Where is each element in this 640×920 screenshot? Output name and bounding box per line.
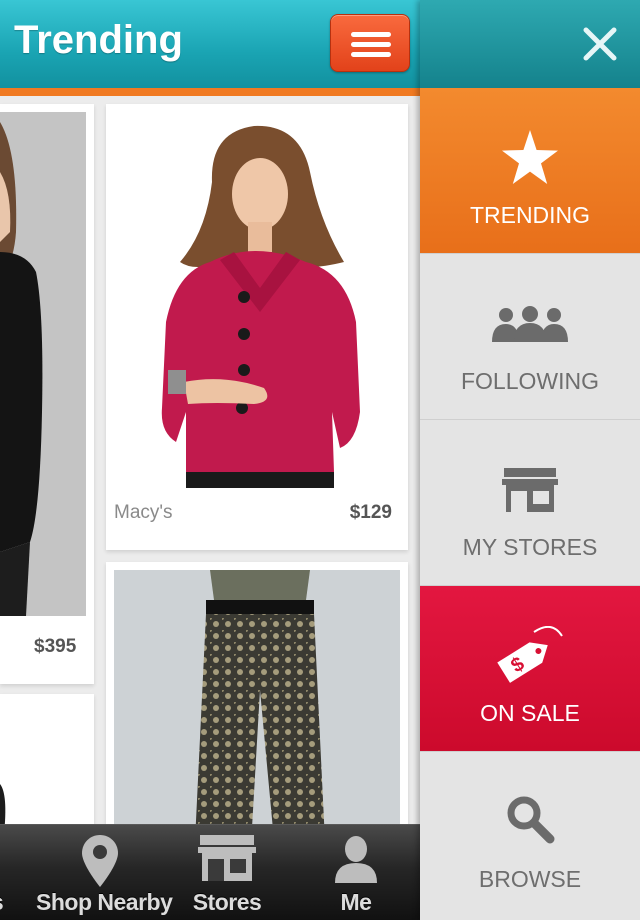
map-pin-icon — [82, 835, 118, 892]
product-store: Macy's — [114, 502, 173, 523]
star-icon — [502, 130, 558, 189]
product-card[interactable] — [0, 694, 94, 834]
tab-label: Stores — [192, 889, 262, 915]
pink-jacket-photo — [114, 112, 400, 488]
tab-partial[interactable]: s — [0, 825, 14, 920]
bottom-tab-bar: s Shop Nearby Stores — [0, 824, 420, 920]
product-price: $129 — [349, 502, 392, 523]
menu-button[interactable] — [330, 14, 410, 72]
product-photo — [0, 694, 94, 834]
side-menu-label: BROWSE — [478, 866, 582, 892]
tab-label: Me — [340, 889, 372, 915]
header-bar: Trending — [0, 0, 420, 88]
patterned-pants-photo — [114, 570, 400, 862]
product-image[interactable] — [114, 570, 400, 862]
tab-label: Shop Nearby — [36, 889, 173, 915]
header-accent-strip — [0, 88, 420, 96]
product-image[interactable] — [0, 694, 94, 834]
product-card[interactable] — [106, 562, 408, 862]
product-price: $395 — [34, 636, 77, 657]
tab-me[interactable]: Me — [310, 825, 402, 920]
page-title: Trending — [14, 18, 183, 62]
tab-shop-nearby[interactable]: Shop Nearby — [36, 825, 173, 920]
side-menu-label: MY STORES — [462, 534, 598, 560]
hamburger-icon-line — [351, 42, 391, 47]
trending-screen: Trending $395 Macy's $129 Shop Nearby St… — [0, 0, 420, 920]
product-card[interactable]: Macy's $129 — [106, 104, 408, 550]
person-icon — [333, 835, 379, 888]
close-icon[interactable] — [580, 24, 620, 64]
side-menu-header — [420, 0, 640, 88]
partial-tab-icon — [0, 835, 2, 880]
price-tag-icon: $ — [494, 625, 566, 691]
product-image[interactable] — [0, 112, 86, 616]
side-menu-item-on-sale[interactable]: $ ON SALE — [420, 586, 640, 752]
tab-stores[interactable]: Stores — [178, 825, 276, 920]
black-blazer-photo — [0, 112, 86, 616]
product-feed[interactable]: $395 Macy's $129 — [0, 96, 420, 862]
hamburger-icon-line — [351, 52, 391, 57]
side-menu-label: TRENDING — [469, 202, 591, 228]
side-menu-label: ON SALE — [480, 700, 580, 726]
side-menu-item-browse[interactable]: BROWSE — [420, 752, 640, 920]
hamburger-icon-line — [351, 32, 391, 37]
product-image[interactable] — [114, 112, 400, 488]
storefront-icon — [502, 468, 558, 517]
side-menu-label: FOLLOWING — [460, 368, 599, 394]
side-menu-item-trending[interactable]: TRENDING — [420, 88, 640, 254]
people-icon — [492, 306, 568, 347]
search-icon — [505, 794, 555, 849]
side-menu-item-following[interactable]: FOLLOWING — [420, 254, 640, 420]
side-menu-item-my-stores[interactable]: MY STORES — [420, 420, 640, 586]
product-card[interactable]: $395 — [0, 104, 94, 684]
tab-label: s — [0, 889, 14, 916]
side-menu: TRENDING FOLLOWING MY STORES $ ON SALE B… — [420, 0, 640, 920]
storefront-icon — [198, 835, 256, 886]
